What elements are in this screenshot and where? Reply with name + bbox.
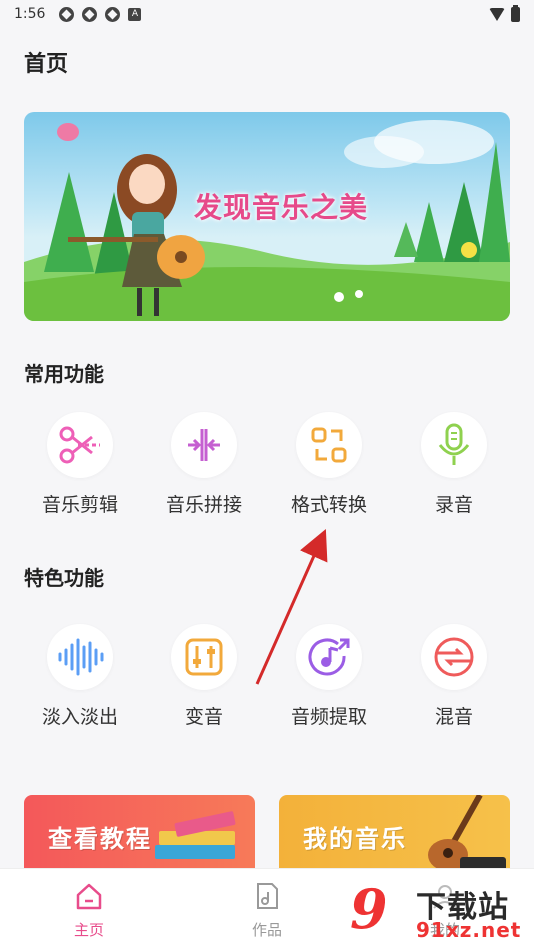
watermark-url: 91xz.net: [416, 918, 522, 942]
equalizer-icon: [171, 624, 237, 690]
scissors-icon: [47, 412, 113, 478]
feature-format-convert[interactable]: 格式转换: [279, 412, 379, 517]
watermark: 9 下载站 91xz.net: [350, 880, 530, 948]
notification-icon: [59, 6, 75, 22]
banner[interactable]: 发现音乐之美: [24, 112, 510, 321]
music-note-icon: [296, 624, 362, 690]
page-title: 首页: [24, 52, 69, 77]
feature-mix[interactable]: 混音: [404, 624, 504, 729]
feature-label: 格式转换: [290, 494, 367, 516]
notification-icon: [105, 6, 121, 22]
notification-icon: [82, 6, 98, 22]
home-icon: [76, 883, 102, 910]
waveform-icon: [47, 624, 113, 690]
nav-home-label: 主页: [73, 921, 104, 939]
feature-label: 录音: [434, 494, 473, 516]
section-title-special: 特色功能: [24, 566, 104, 590]
banner-title: 发现音乐之美: [194, 191, 369, 224]
feature-label: 音乐拼接: [165, 494, 242, 516]
feature-label: 淡入淡出: [41, 706, 118, 728]
feature-audio-extract[interactable]: 音频提取: [279, 624, 379, 729]
microphone-icon: [421, 412, 487, 478]
nav-works[interactable]: 作品: [232, 881, 302, 940]
books-icon: [155, 811, 236, 859]
my-music-card-label: 我的音乐: [303, 825, 407, 853]
nav-home[interactable]: 主页: [54, 881, 124, 940]
keyboard-a-icon: A: [128, 7, 142, 21]
feature-voice-change[interactable]: 变音: [154, 624, 254, 729]
guitar-icon: [428, 795, 506, 871]
tutorial-card[interactable]: 查看教程: [24, 795, 255, 875]
nav-works-label: 作品: [251, 921, 282, 939]
special-features: 淡入淡出 变音 音频提取 混音: [0, 624, 534, 734]
tutorial-card-label: 查看教程: [48, 825, 152, 853]
my-music-card[interactable]: 我的音乐: [279, 795, 510, 875]
merge-icon: [171, 412, 237, 478]
feature-fade[interactable]: 淡入淡出: [30, 624, 130, 729]
feature-label: 混音: [434, 706, 473, 728]
feature-music-merge[interactable]: 音乐拼接: [154, 412, 254, 517]
common-features: 音乐剪辑 音乐拼接 格式转换 录音: [0, 412, 534, 522]
feature-music-cut[interactable]: 音乐剪辑: [30, 412, 130, 517]
section-title-common: 常用功能: [24, 362, 104, 386]
feature-label: 变音: [184, 706, 223, 728]
mix-icon: [421, 624, 487, 690]
battery-icon: [511, 4, 520, 22]
feature-record[interactable]: 录音: [404, 412, 504, 517]
convert-icon: [296, 412, 362, 478]
document-music-icon: [257, 883, 278, 909]
watermark-logo: 9: [350, 877, 388, 941]
status-time: 1:56: [14, 6, 46, 22]
feature-label: 音频提取: [290, 706, 367, 728]
wifi-icon: [489, 7, 505, 21]
feature-label: 音乐剪辑: [41, 494, 118, 516]
status-bar: 1:56 A: [0, 0, 534, 28]
